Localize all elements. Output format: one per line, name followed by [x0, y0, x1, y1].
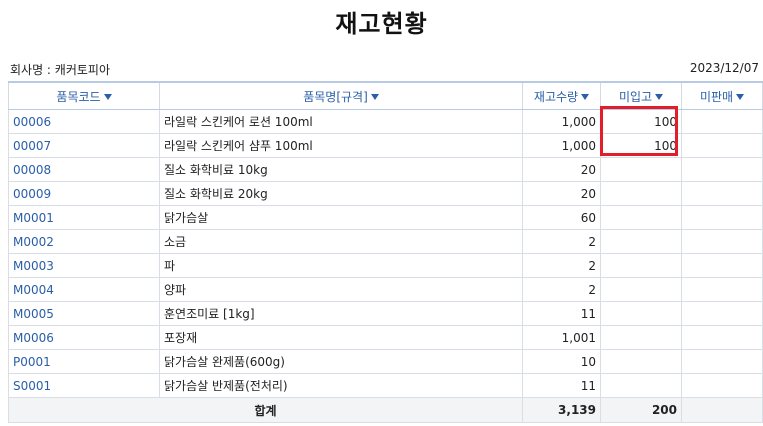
- not-sold-cell: [681, 109, 763, 134]
- item-code-cell[interactable]: M0002: [8, 229, 160, 254]
- item-name-cell: 양파: [159, 277, 523, 302]
- sort-down-icon[interactable]: [370, 94, 379, 100]
- not-received-cell: 100: [600, 133, 682, 158]
- total-stock-cell: 3,139: [522, 397, 601, 423]
- not-received-cell: [600, 253, 682, 278]
- not-sold-cell: [681, 253, 763, 278]
- column-header-not-sold[interactable]: 미판매: [681, 81, 763, 110]
- stock-qty-cell: 2: [522, 229, 601, 254]
- not-sold-cell: [681, 181, 763, 206]
- column-header-label: 품목코드: [56, 89, 101, 104]
- not-received-cell: [600, 301, 682, 326]
- table-row[interactable]: S0001 닭가슴살 반제품(전처리) 11: [8, 373, 763, 398]
- not-received-cell: 100: [600, 109, 682, 134]
- stock-qty-cell: 11: [522, 373, 601, 398]
- table-row[interactable]: M0001 닭가슴살 60: [8, 205, 763, 230]
- total-row: 합계 3,139 200: [8, 397, 763, 423]
- not-sold-cell: [681, 301, 763, 326]
- not-sold-cell: [681, 349, 763, 374]
- total-label: 합계: [8, 397, 523, 423]
- item-name-cell: 닭가슴살 반제품(전처리): [159, 373, 523, 398]
- stock-qty-cell: 1,000: [522, 109, 601, 134]
- not-received-cell: [600, 181, 682, 206]
- sort-down-icon[interactable]: [103, 94, 112, 100]
- column-header-not-received[interactable]: 미입고: [600, 81, 682, 110]
- item-name-cell: 닭가슴살: [159, 205, 523, 230]
- stock-qty-cell: 1,001: [522, 325, 601, 350]
- not-sold-cell: [681, 277, 763, 302]
- column-header-name[interactable]: 품목명[규격]: [159, 81, 523, 110]
- sort-down-icon[interactable]: [736, 94, 745, 100]
- item-name-cell: 소금: [159, 229, 523, 254]
- item-code-cell[interactable]: P0001: [8, 349, 160, 374]
- item-code-cell[interactable]: M0005: [8, 301, 160, 326]
- item-name-cell: 라일락 스킨케어 샴푸 100ml: [159, 133, 523, 158]
- not-received-cell: [600, 277, 682, 302]
- sort-down-icon[interactable]: [655, 94, 664, 100]
- not-received-cell: [600, 349, 682, 374]
- stock-qty-cell: 60: [522, 205, 601, 230]
- item-name-cell: 훈연조미료 [1kg]: [159, 301, 523, 326]
- column-header-label: 미입고: [618, 89, 653, 104]
- table-row[interactable]: 00007 라일락 스킨케어 샴푸 100ml 1,000 100: [8, 133, 763, 158]
- item-code-cell[interactable]: M0001: [8, 205, 160, 230]
- column-header-stock[interactable]: 재고수량: [522, 81, 601, 110]
- table-row[interactable]: M0004 양파 2: [8, 277, 763, 302]
- not-sold-cell: [681, 325, 763, 350]
- table-row[interactable]: 00006 라일락 스킨케어 로션 100ml 1,000 100: [8, 109, 763, 134]
- stock-qty-cell: 1,000: [522, 133, 601, 158]
- item-code-cell[interactable]: 00007: [8, 133, 160, 158]
- report-date: 2023/12/07: [689, 61, 759, 75]
- stock-qty-cell: 10: [522, 349, 601, 374]
- not-received-cell: [600, 157, 682, 182]
- page-title: 재고현황: [335, 10, 428, 38]
- stock-qty-cell: 20: [522, 157, 601, 182]
- stock-qty-cell: 11: [522, 301, 601, 326]
- not-sold-cell: [681, 373, 763, 398]
- item-name-cell: 포장재: [159, 325, 523, 350]
- stock-qty-cell: 2: [522, 253, 601, 278]
- column-header-code[interactable]: 품목코드: [8, 81, 160, 110]
- total-not-sold-cell: [681, 397, 763, 423]
- item-code-cell[interactable]: 00009: [8, 181, 160, 206]
- table-header-row: 품목코드 품목명[규격] 재고수량 미입고 미판매: [8, 81, 763, 110]
- company-name: 회사명 : 캐커토피아: [10, 63, 110, 77]
- total-not-received-cell: 200: [600, 397, 682, 423]
- item-name-cell: 닭가슴살 완제품(600g): [159, 349, 523, 374]
- table-row[interactable]: 00009 질소 화학비료 20kg 20: [8, 181, 763, 206]
- not-received-cell: [600, 373, 682, 398]
- column-header-label: 품목명[규격]: [303, 89, 368, 104]
- item-code-cell[interactable]: M0003: [8, 253, 160, 278]
- not-received-cell: [600, 325, 682, 350]
- table-row[interactable]: M0002 소금 2: [8, 229, 763, 254]
- table-row[interactable]: 00008 질소 화학비료 10kg 20: [8, 157, 763, 182]
- column-header-label: 미판매: [699, 89, 734, 104]
- inventory-table: 품목코드 품목명[규격] 재고수량 미입고 미판매 00006 라일락 스킨케어 …: [8, 81, 763, 423]
- item-name-cell: 질소 화학비료 10kg: [159, 157, 523, 182]
- not-sold-cell: [681, 229, 763, 254]
- table-row[interactable]: M0006 포장재 1,001: [8, 325, 763, 350]
- item-code-cell[interactable]: 00006: [8, 109, 160, 134]
- item-name-cell: 파: [159, 253, 523, 278]
- table-row[interactable]: M0005 훈연조미료 [1kg] 11: [8, 301, 763, 326]
- item-name-cell: 라일락 스킨케어 로션 100ml: [159, 109, 523, 134]
- not-received-cell: [600, 205, 682, 230]
- not-sold-cell: [681, 133, 763, 158]
- not-sold-cell: [681, 205, 763, 230]
- not-received-cell: [600, 229, 682, 254]
- item-code-cell[interactable]: S0001: [8, 373, 160, 398]
- stock-qty-cell: 20: [522, 181, 601, 206]
- table-row[interactable]: M0003 파 2: [8, 253, 763, 278]
- column-header-label: 재고수량: [533, 89, 579, 104]
- item-code-cell[interactable]: 00008: [8, 157, 160, 182]
- sort-down-icon[interactable]: [581, 94, 590, 100]
- item-name-cell: 질소 화학비료 20kg: [159, 181, 523, 206]
- item-code-cell[interactable]: M0004: [8, 277, 160, 302]
- item-code-cell[interactable]: M0006: [8, 325, 160, 350]
- table-row[interactable]: P0001 닭가슴살 완제품(600g) 10: [8, 349, 763, 374]
- not-sold-cell: [681, 157, 763, 182]
- stock-qty-cell: 2: [522, 277, 601, 302]
